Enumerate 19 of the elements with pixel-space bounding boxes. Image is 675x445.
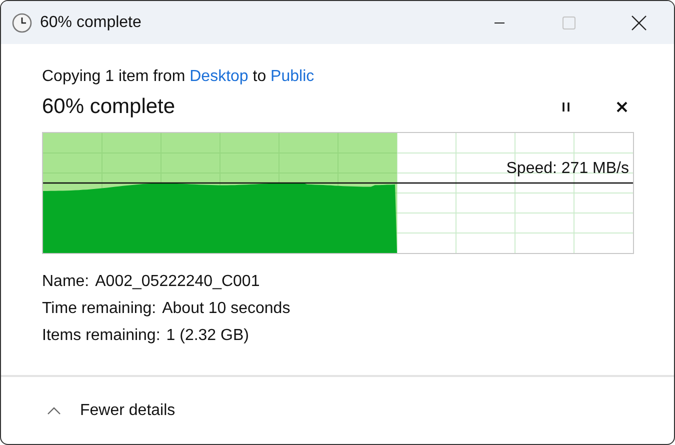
pause-icon [560, 101, 572, 113]
detail-label: Time remaining: [42, 299, 156, 319]
fewer-details-button[interactable]: Fewer details [47, 402, 176, 420]
window-title: 60% complete [40, 14, 142, 32]
maximize-icon [562, 16, 576, 30]
clock-icon [12, 12, 32, 32]
detail-value: About 10 seconds [162, 299, 290, 319]
detail-value: 1 (2.32 GB) [166, 326, 249, 346]
close-icon [631, 14, 647, 30]
detail-label: Name: [42, 272, 90, 292]
minimize-icon [494, 22, 504, 24]
speed-label: Speed: 271 MB/s [506, 159, 629, 179]
operation-text: Copying 1 item from Desktop to Public [42, 67, 316, 87]
detail-label: Items remaining: [42, 326, 160, 346]
close-icon [616, 101, 628, 113]
source-link[interactable]: Desktop [190, 68, 248, 85]
progress-heading: 60% complete [42, 95, 176, 119]
destination-link[interactable]: Public [270, 68, 314, 85]
detail-value: A002_05222240_C001 [95, 272, 260, 292]
